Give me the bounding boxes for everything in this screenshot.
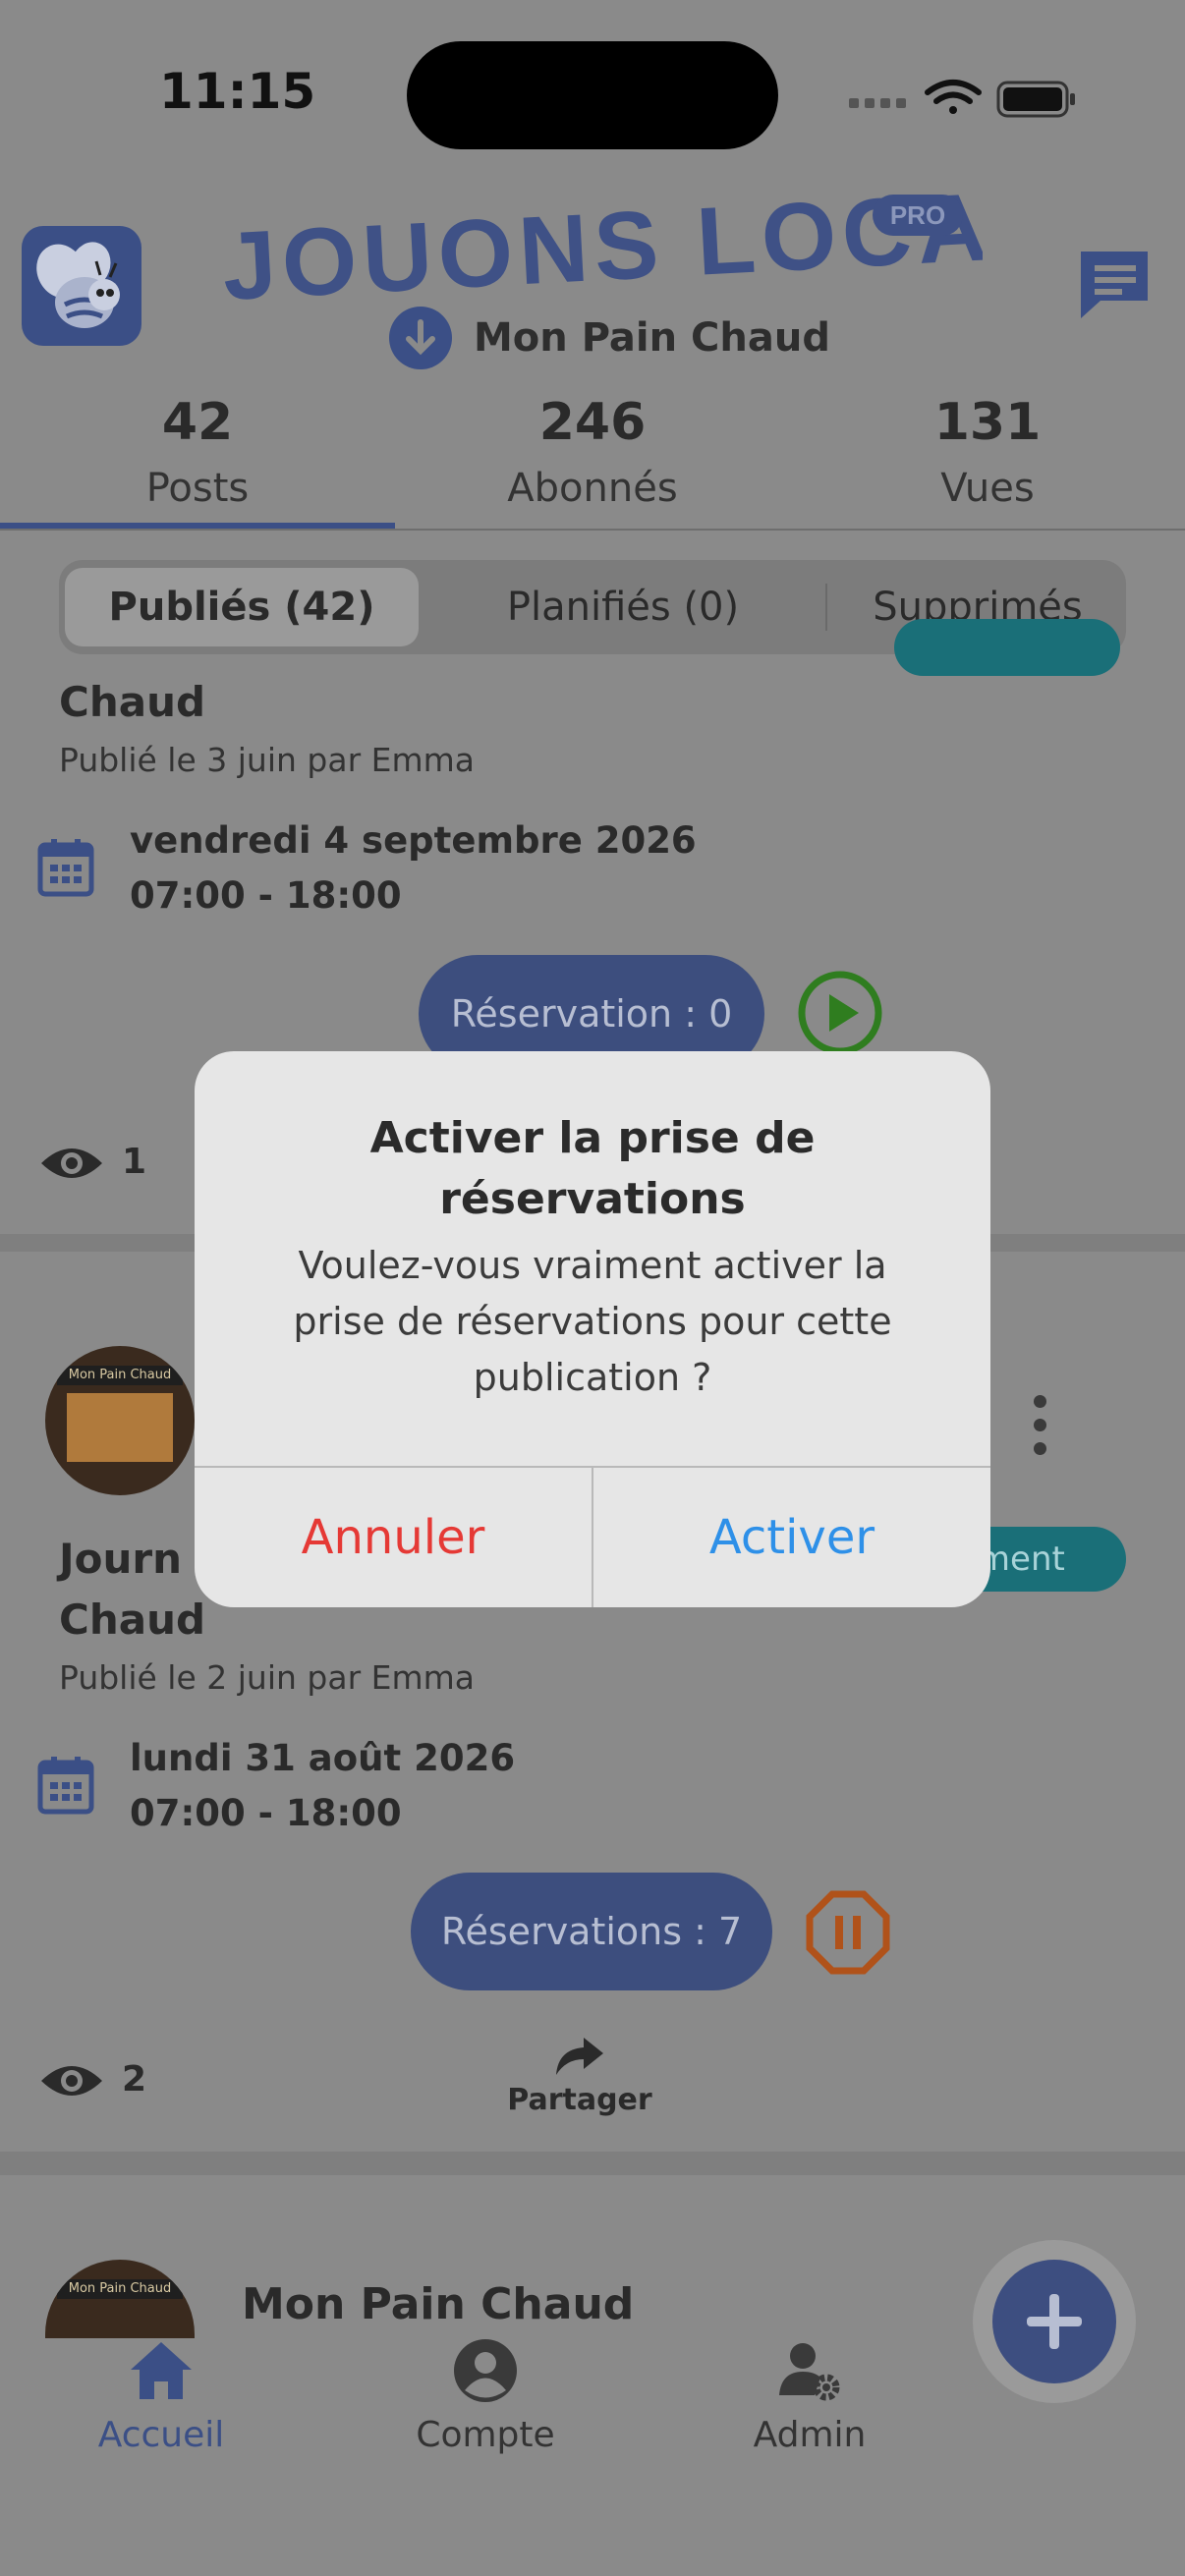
avatar-sign: Mon Pain Chaud — [57, 1366, 183, 1385]
store-selector[interactable]: Mon Pain Chaud — [389, 307, 830, 369]
segment-published[interactable]: Publiés (42) — [65, 568, 419, 646]
activate-button[interactable]: Activer — [593, 1468, 990, 1607]
message-icon[interactable] — [1075, 246, 1154, 324]
event-date: vendredi 4 septembre 2026 — [130, 819, 697, 862]
account-icon — [454, 2339, 517, 2402]
calendar-icon — [37, 1757, 94, 1815]
segment-scheduled[interactable]: Planifiés (0) — [436, 568, 810, 646]
brand-logo: JOUONS LOCAL PRO — [220, 177, 983, 314]
avatar-shopfront — [67, 1393, 173, 1462]
avatar-sign: Mon Pain Chaud — [57, 2279, 183, 2299]
share-button[interactable]: Partager — [491, 2034, 668, 2117]
stat-views[interactable]: 131 Vues — [790, 393, 1185, 511]
tab-label: Compte — [416, 2415, 555, 2455]
post-title-line2: Chaud — [59, 1596, 206, 1644]
stat-followers[interactable]: 246 Abonnés — [395, 393, 790, 511]
status-time: 11:15 — [159, 63, 316, 120]
dialog-title: Activer la prise de réservations — [369, 1113, 816, 1224]
event-hours: 07:00 - 18:00 — [130, 1792, 402, 1834]
event-hours: 07:00 - 18:00 — [130, 874, 402, 917]
tab-label: Accueil — [97, 2415, 225, 2455]
admin-icon — [779, 2343, 840, 2401]
plus-icon — [1027, 2294, 1082, 2349]
reservations-button[interactable]: Réservations : 7 — [411, 1873, 772, 1990]
tab-accueil[interactable]: Accueil — [24, 2336, 299, 2455]
cellular-icon — [849, 98, 906, 108]
tab-admin[interactable]: Admin — [672, 2336, 947, 2455]
download-arrow-icon — [389, 307, 452, 369]
stat-value: 246 — [538, 393, 647, 452]
post-meta: Publié le 2 juin par Emma — [59, 1658, 476, 1697]
post-meta: Publié le 3 juin par Emma — [59, 741, 476, 779]
stat-label: Vues — [940, 466, 1035, 511]
post-title-line1: Journ — [59, 1535, 182, 1583]
brand-wordmark: JOUONS LOCAL — [220, 177, 983, 314]
category-badge — [894, 619, 1120, 676]
store-avatar[interactable]: Mon Pain Chaud — [45, 2260, 195, 2338]
stat-label: Posts — [145, 466, 250, 511]
play-icon[interactable] — [796, 969, 884, 1057]
pro-badge-text: PRO — [890, 200, 945, 230]
bee-logo — [22, 226, 141, 346]
confirm-dialog: Activer la prise de réservations Voulez-… — [195, 1051, 990, 1607]
store-name: Mon Pain Chaud — [474, 315, 830, 361]
segment-divider — [825, 584, 827, 631]
battery-icon — [996, 81, 1075, 118]
eye-icon — [41, 2066, 102, 2096]
stat-label: Abonnés — [507, 466, 678, 511]
status-icons — [849, 80, 1075, 118]
header-divider — [0, 529, 1185, 531]
view-count: 1 — [122, 1142, 147, 1182]
post-title: Chaud — [59, 678, 206, 726]
home-icon — [131, 2342, 192, 2399]
share-label: Partager — [507, 2083, 652, 2117]
event-date: lundi 31 août 2026 — [130, 1737, 516, 1779]
tab-compte[interactable]: Compte — [348, 2336, 623, 2455]
store-avatar[interactable]: Mon Pain Chaud — [45, 1346, 195, 1495]
share-icon — [556, 2038, 603, 2075]
eye-icon — [41, 1148, 102, 1178]
post-author: Mon Pain Chaud — [242, 2279, 635, 2329]
calendar-icon — [37, 839, 94, 897]
tab-label: Admin — [753, 2415, 867, 2455]
post-separator — [0, 2152, 1185, 2175]
stat-value: 131 — [933, 393, 1042, 452]
pause-icon[interactable] — [806, 1890, 890, 1975]
cancel-button[interactable]: Annuler — [195, 1468, 592, 1607]
dynamic-island — [407, 41, 778, 149]
view-count: 2 — [122, 2059, 147, 2100]
wifi-icon — [925, 80, 982, 114]
stat-posts[interactable]: 42 Posts — [0, 393, 395, 511]
more-options-icon[interactable] — [1034, 1395, 1047, 1455]
stat-value: 42 — [161, 393, 234, 452]
app-screen: 11:15 JOUONS LOCAL PRO Mon Pain Chaud 42… — [0, 0, 1185, 2576]
add-post-button[interactable] — [992, 2260, 1116, 2383]
dialog-message: Voulez-vous vraiment activer la prise de… — [293, 1244, 892, 1399]
